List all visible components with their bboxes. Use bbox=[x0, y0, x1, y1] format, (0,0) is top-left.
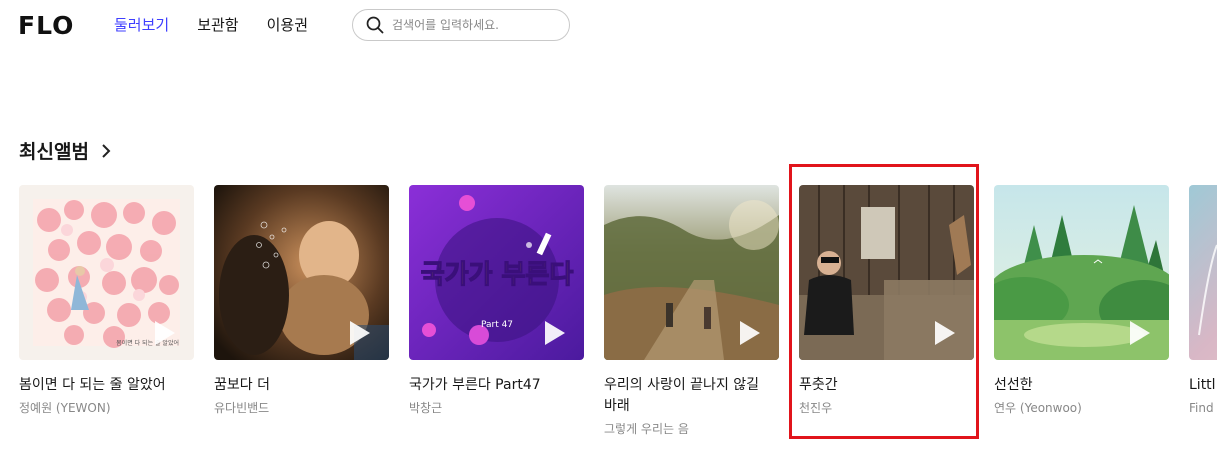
main-nav: 둘러보기 보관함 이용권 bbox=[114, 14, 308, 36]
cover-subtext: Part 47 bbox=[481, 320, 513, 330]
album-cover[interactable] bbox=[1189, 185, 1217, 360]
section-latest-albums[interactable]: 최신앨범 bbox=[19, 137, 111, 164]
album-artist[interactable]: 연우 (Yeonwoo) bbox=[994, 400, 1169, 416]
nav-membership[interactable]: 이용권 bbox=[267, 14, 308, 36]
album-artist[interactable]: 박창근 bbox=[409, 400, 584, 416]
album-artist[interactable]: 천진우 bbox=[799, 400, 974, 416]
section-title: 최신앨범 bbox=[19, 141, 89, 163]
chevron-right-icon bbox=[102, 143, 111, 158]
album-cover[interactable] bbox=[214, 185, 389, 360]
album-cover[interactable] bbox=[799, 185, 974, 360]
nav-browse[interactable]: 둘러보기 bbox=[114, 14, 169, 36]
album-cover[interactable]: 국가가 부른다 Part 47 bbox=[409, 185, 584, 360]
album-title[interactable]: 봄이면 다 되는 줄 알았어 bbox=[19, 375, 194, 396]
play-icon[interactable] bbox=[739, 320, 761, 346]
play-icon[interactable] bbox=[544, 320, 566, 346]
album-artist[interactable]: Find bbox=[1189, 400, 1217, 416]
album-card[interactable]: 국가가 부른다 Part 47 국가가 부른다 Part47 박창근 bbox=[409, 185, 584, 416]
play-icon[interactable] bbox=[349, 320, 371, 346]
search-input[interactable] bbox=[390, 17, 554, 33]
album-card[interactable]: Littl Find bbox=[1189, 185, 1217, 416]
album-title[interactable]: Littl bbox=[1189, 375, 1217, 396]
album-card[interactable]: 우리의 사랑이 끝나지 않길 바래 그렇게 우리는 음 bbox=[604, 185, 779, 437]
album-card[interactable]: 선선한 연우 (Yeonwoo) bbox=[994, 185, 1169, 416]
play-icon[interactable] bbox=[934, 320, 956, 346]
album-title[interactable]: 선선한 bbox=[994, 375, 1169, 396]
album-title[interactable]: 꿈보다 더 bbox=[214, 375, 389, 396]
search-box[interactable] bbox=[352, 9, 570, 41]
cover-text: 국가가 부른다 bbox=[421, 260, 574, 290]
album-title[interactable]: 푸춧간 bbox=[799, 375, 974, 396]
album-card[interactable]: 봄이면 다 되는 줄 알았어 봄이면 다 되는 줄 알았어 정예원 (YEWON… bbox=[19, 185, 194, 416]
album-card[interactable]: 꿈보다 더 유다빈밴드 bbox=[214, 185, 389, 416]
album-artist[interactable]: 그렇게 우리는 음 bbox=[604, 421, 779, 437]
album-artist[interactable]: 정예원 (YEWON) bbox=[19, 400, 194, 416]
album-cover[interactable] bbox=[604, 185, 779, 360]
album-title[interactable]: 국가가 부른다 Part47 bbox=[409, 375, 584, 396]
nav-library[interactable]: 보관함 bbox=[197, 14, 238, 36]
album-title[interactable]: 우리의 사랑이 끝나지 않길 바래 bbox=[604, 375, 774, 417]
album-list: 봄이면 다 되는 줄 알았어 봄이면 다 되는 줄 알았어 정예원 (YEWON… bbox=[19, 185, 1217, 464]
album-card[interactable]: 푸춧간 천진우 bbox=[799, 185, 974, 416]
album-cover[interactable]: 봄이면 다 되는 줄 알았어 bbox=[19, 185, 194, 360]
play-icon[interactable] bbox=[154, 320, 176, 346]
album-cover[interactable] bbox=[994, 185, 1169, 360]
play-icon[interactable] bbox=[1129, 320, 1151, 346]
album-artist[interactable]: 유다빈밴드 bbox=[214, 400, 389, 416]
search-icon bbox=[366, 16, 384, 34]
flo-logo[interactable]: FLO bbox=[18, 12, 74, 40]
